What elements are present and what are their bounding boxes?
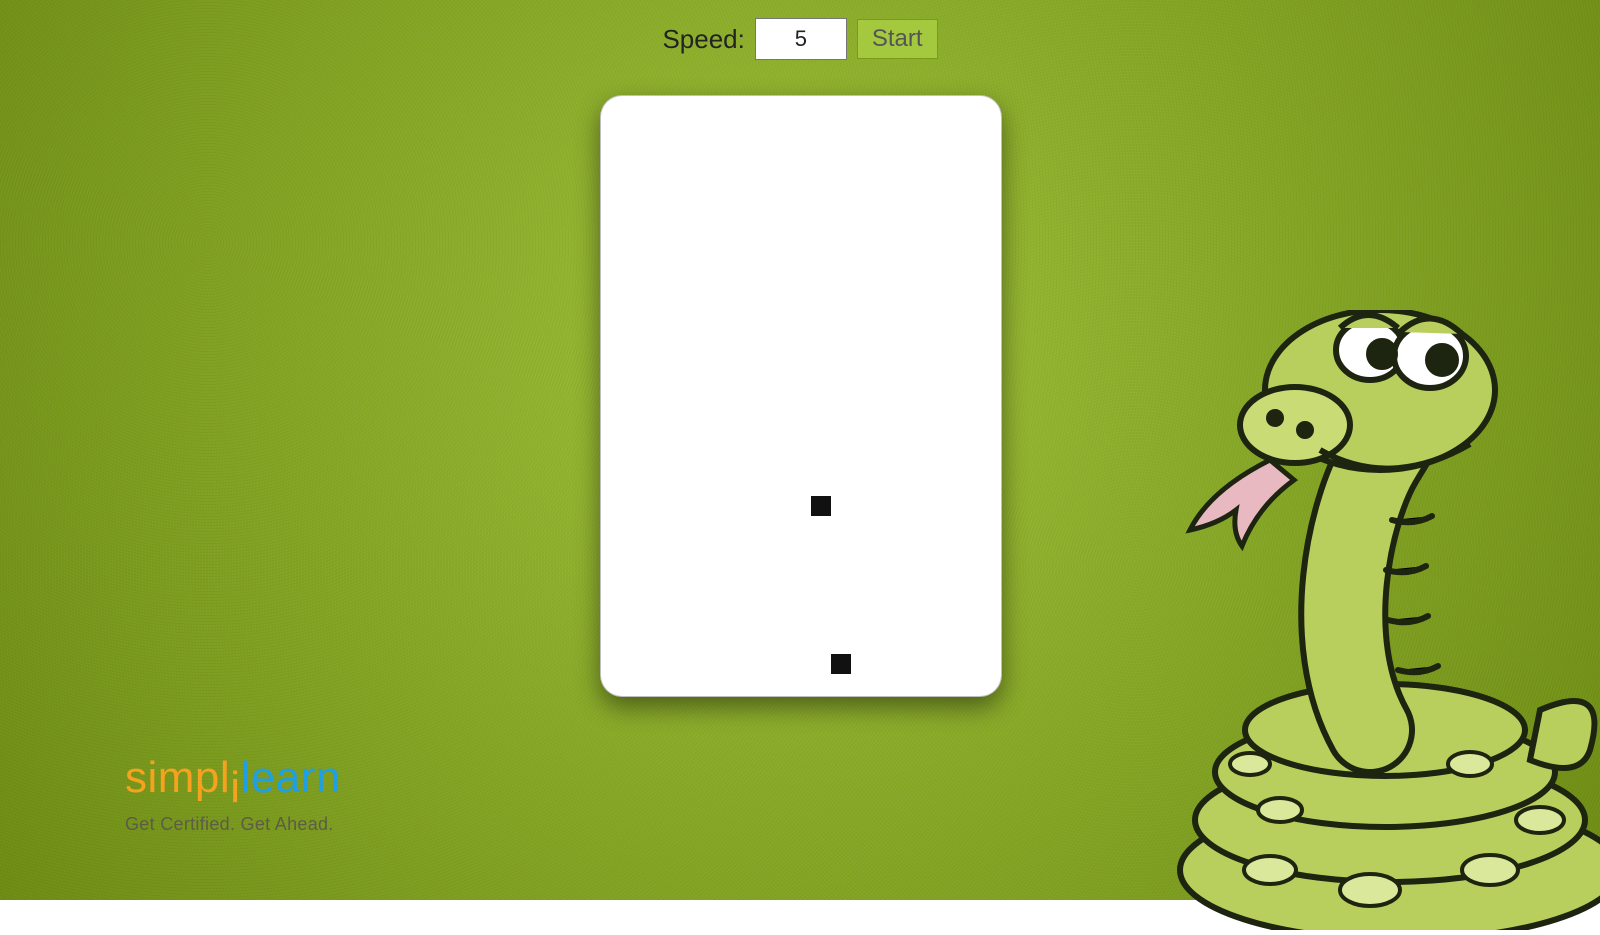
brand-part2: learn	[240, 753, 340, 802]
brand-part1: simpl	[125, 753, 230, 802]
control-bar: Speed: Start	[0, 18, 1600, 60]
brand-wordmark: simplilearn	[125, 756, 341, 800]
start-button[interactable]: Start	[857, 19, 938, 59]
food-cell	[831, 654, 851, 674]
brand-i: i	[230, 766, 240, 810]
brand-tagline: Get Certified. Get Ahead.	[125, 814, 341, 835]
brand-logo: simplilearn Get Certified. Get Ahead.	[125, 756, 341, 835]
game-board[interactable]	[600, 95, 1002, 697]
snake-cell	[811, 496, 831, 516]
speed-label: Speed:	[662, 24, 744, 55]
speed-input[interactable]	[755, 18, 847, 60]
